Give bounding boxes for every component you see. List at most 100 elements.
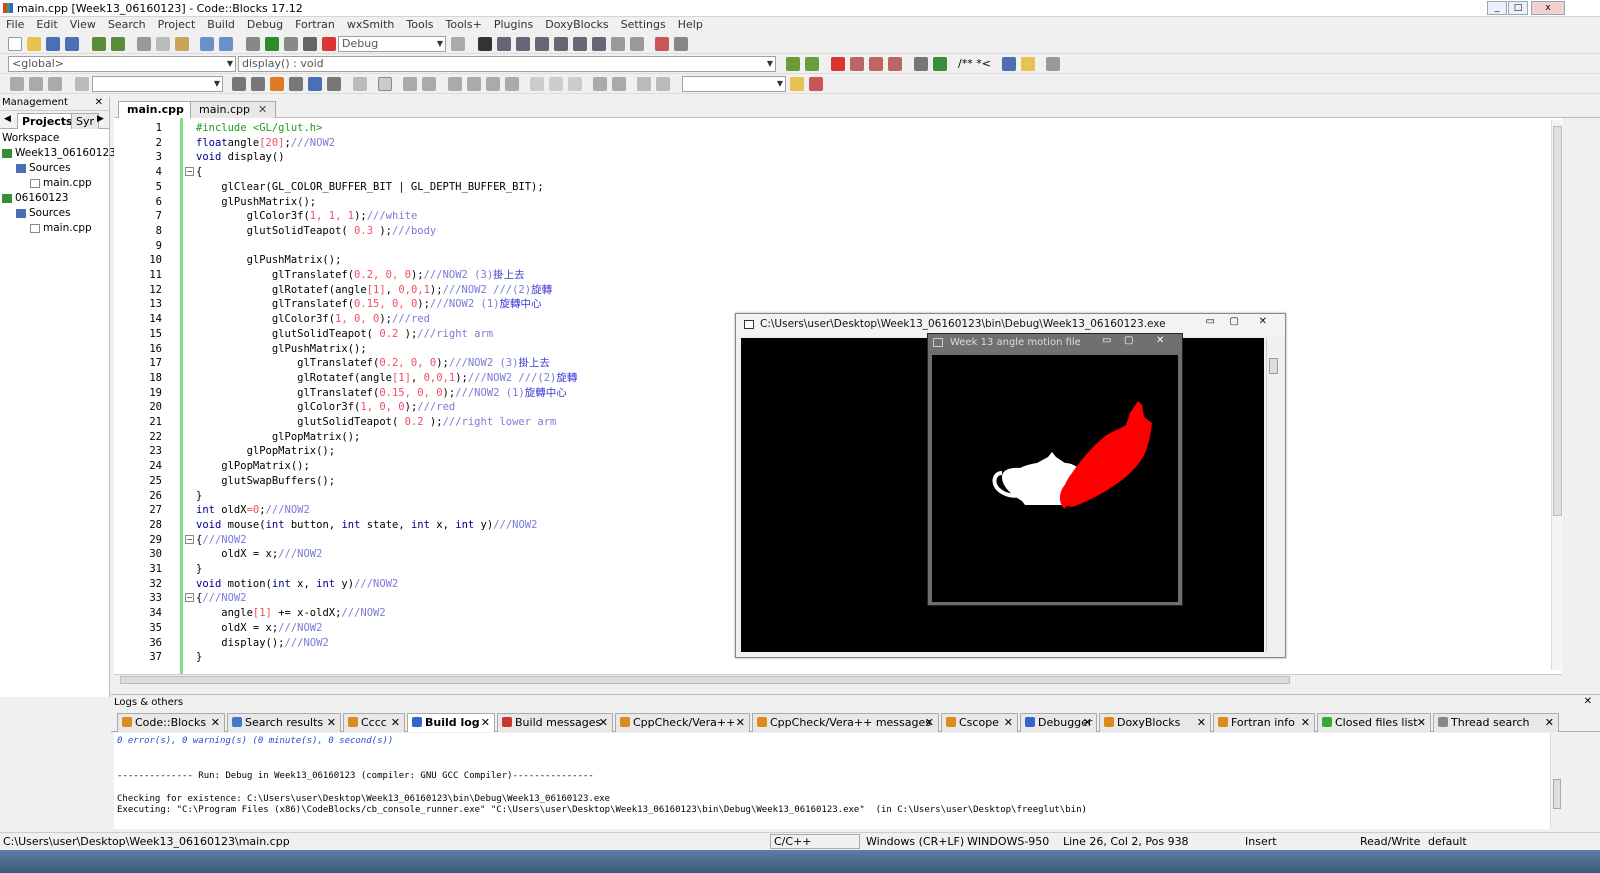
save-icon[interactable] [46,37,60,51]
editor-vertical-scrollbar[interactable] [1551,120,1563,670]
close-button[interactable]: ✕ [1156,335,1164,346]
doxy-run-icon[interactable] [933,57,947,71]
log-tab-code-blocks[interactable]: Code::Blocks ✕ [117,713,225,732]
close-icon[interactable]: ✕ [95,97,103,108]
menu-item-debug[interactable]: Debug [241,17,289,34]
build-and-run-icon[interactable] [284,37,298,51]
abort-icon[interactable] [322,37,336,51]
s-tool-icon[interactable] [637,77,651,91]
target-options-icon[interactable] [451,37,465,51]
next-instruction-icon[interactable] [573,37,587,51]
tab-symbols[interactable]: Syr [71,113,100,129]
step-instruction-icon[interactable] [592,37,606,51]
menu-item-build[interactable]: Build [201,17,241,34]
layout-1-icon[interactable] [378,77,392,91]
tools-wrench-icon[interactable] [1046,57,1060,71]
help-icon[interactable] [1021,57,1035,71]
next-line-icon[interactable] [516,37,530,51]
tree-item[interactable]: main.cpp [0,177,109,192]
close-button[interactable]: x [1531,1,1565,15]
tree-item[interactable]: 06160123 [0,192,109,207]
clear-bookmarks-icon[interactable] [888,57,902,71]
symbol-tools-icon[interactable] [809,77,823,91]
toggle-bookmark-icon[interactable] [831,57,845,71]
close-icon[interactable]: ✕ [1417,716,1426,729]
log-tab-thread-search[interactable]: Thread search ✕ [1433,713,1559,732]
close-icon[interactable]: ✕ [211,716,220,729]
maximize-button[interactable]: ▢ [1124,335,1133,346]
stop-debug-icon[interactable] [630,37,644,51]
tree-item[interactable]: Sources [0,162,109,177]
close-button[interactable]: ✕ [1259,316,1267,327]
function-select[interactable]: display() : void ▼ [238,56,776,72]
log-tab-cccc[interactable]: Cccc ✕ [343,713,405,732]
align-1-icon[interactable] [448,77,462,91]
symbol-search-icon[interactable] [790,77,804,91]
zoom-out-icon[interactable] [612,77,626,91]
close-icon[interactable]: ✕ [1083,716,1092,729]
tab-scroll-left-icon[interactable]: ◀ [4,114,11,124]
comment-block-button[interactable]: /** *< [958,57,991,70]
editor-horizontal-scrollbar[interactable] [114,674,1562,685]
menu-item-help[interactable]: Help [672,17,709,34]
maximize-button[interactable]: ▢ [1230,316,1239,327]
size-1-icon[interactable] [530,77,544,91]
log-tab-build-messages[interactable]: Build messages ✕ [497,713,613,732]
close-icon[interactable]: ✕ [925,716,934,729]
align-3-icon[interactable] [486,77,500,91]
log-tab-cppcheck-vera-[interactable]: CppCheck/Vera++ ✕ [615,713,750,732]
editor-tab-main-cpp[interactable]: main.cpp ✕ [190,101,277,118]
debug-start-icon[interactable] [478,37,492,51]
menu-item-view[interactable]: View [64,17,102,34]
next-bookmark-icon[interactable] [869,57,883,71]
build-target-select[interactable]: Debug ▼ [338,36,446,52]
pause-icon[interactable] [611,37,625,51]
doxyblocks-icon[interactable] [914,57,928,71]
layout-2-icon[interactable] [403,77,417,91]
save-all-icon[interactable] [65,37,79,51]
open-file-icon[interactable] [27,37,41,51]
run-icon[interactable] [265,37,279,51]
align-4-icon[interactable] [505,77,519,91]
size-3-icon[interactable] [568,77,582,91]
close-icon[interactable]: ✕ [327,716,336,729]
menu-item-fortran[interactable]: Fortran [289,17,341,34]
copy-icon[interactable] [156,37,170,51]
glut-window[interactable]: Week 13 angle motion file ▭ ▢ ✕ [927,333,1183,606]
minimize-button[interactable]: _ [1487,1,1507,15]
scope-select[interactable]: <global> ▼ [8,56,236,72]
close-icon[interactable]: ✕ [1004,716,1013,729]
close-icon[interactable]: ✕ [1584,696,1592,707]
menu-item-doxyblocks[interactable]: DoxyBlocks [539,17,614,34]
step-into-icon[interactable] [535,37,549,51]
jump-forward-icon[interactable] [805,57,819,71]
step-out-icon[interactable] [554,37,568,51]
log-tab-doxyblocks[interactable]: DoxyBlocks ✕ [1099,713,1211,732]
menu-item-project[interactable]: Project [152,17,202,34]
minimize-button[interactable]: ▭ [1206,316,1215,327]
jump-back-icon[interactable] [786,57,800,71]
debug-record-icon[interactable] [29,77,43,91]
menu-item-tools[interactable]: Tools [400,17,439,34]
fold-toggle-icon[interactable]: − [185,534,194,544]
selected-text-icon[interactable] [289,77,303,91]
log-tab-debugger[interactable]: Debugger ✕ [1020,713,1097,732]
prev-bookmark-icon[interactable] [850,57,864,71]
debug-info-icon[interactable] [674,37,688,51]
close-icon[interactable]: ✕ [599,716,608,729]
align-2-icon[interactable] [467,77,481,91]
close-icon[interactable]: ✕ [391,716,400,729]
close-icon[interactable]: ✕ [258,103,267,116]
search-input[interactable]: ▼ [92,76,223,92]
close-icon[interactable]: ✕ [481,716,490,729]
scrollbar-thumb[interactable] [1553,126,1562,516]
cut-icon[interactable] [137,37,151,51]
opengl-canvas[interactable] [932,355,1178,602]
debug-step-back-icon[interactable] [10,77,24,91]
clear-search-icon[interactable] [75,77,89,91]
log-tab-cscope[interactable]: Cscope ✕ [941,713,1018,732]
tree-item[interactable]: Sources [0,207,109,222]
highlight-icon[interactable] [270,77,284,91]
menu-item-edit[interactable]: Edit [30,17,63,34]
redo-icon[interactable] [111,37,125,51]
